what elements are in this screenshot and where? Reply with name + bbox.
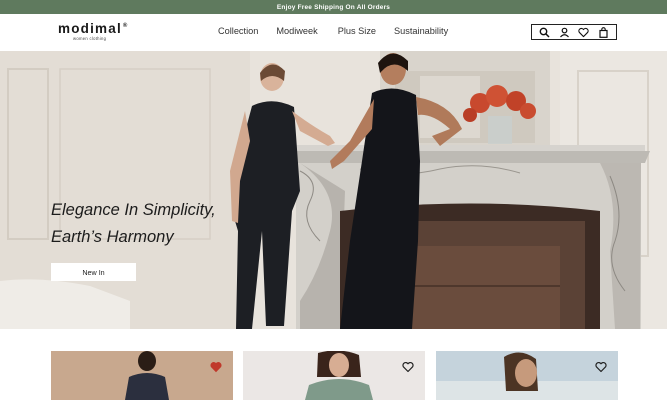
brand-name: modimal [58, 21, 122, 36]
product-card[interactable] [51, 351, 233, 400]
brand-tagline: women clothing [73, 36, 107, 41]
nav-item-modiweek[interactable]: Modiweek [276, 26, 317, 36]
hero-title-line-1: Elegance In Simplicity, [51, 201, 216, 219]
registered-mark-icon: ® [122, 23, 129, 29]
product-card[interactable] [243, 351, 425, 400]
header-actions [531, 24, 617, 40]
favorite-heart-icon[interactable] [402, 360, 414, 373]
search-icon[interactable] [538, 25, 552, 39]
hero-banner: Elegance In Simplicity, Earth’s Harmony … [0, 51, 667, 329]
nav-item-collection[interactable]: Collection [218, 26, 258, 36]
new-in-button[interactable]: New In [51, 263, 136, 281]
nav-item-sustainability[interactable]: Sustainability [394, 26, 448, 36]
brand-logo[interactable]: modimal ® women clothing [58, 21, 129, 41]
main-nav: Collection Modiweek Plus Size Sustainabi… [218, 26, 448, 36]
product-card[interactable] [436, 351, 618, 400]
promo-text: Enjoy Free Shipping On All Orders [276, 3, 391, 11]
nav-item-plus-size[interactable]: Plus Size [338, 26, 376, 36]
product-image [51, 351, 233, 400]
hero-image [0, 51, 667, 329]
product-image [436, 351, 618, 400]
favorite-heart-icon[interactable] [210, 360, 222, 373]
shopping-bag-icon[interactable] [596, 25, 610, 39]
hero-title-line-2: Earth’s Harmony [51, 228, 174, 246]
promo-banner: Enjoy Free Shipping On All Orders [0, 0, 667, 14]
heart-icon[interactable] [577, 25, 591, 39]
user-icon[interactable] [557, 25, 571, 39]
favorite-heart-icon[interactable] [595, 360, 607, 373]
product-grid [0, 351, 667, 400]
product-image [243, 351, 425, 400]
